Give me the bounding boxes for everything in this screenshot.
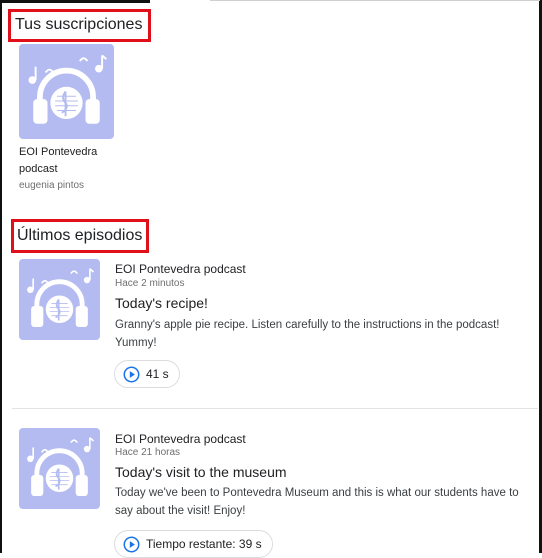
window-frame-left (0, 0, 2, 553)
headphones-music-note-icon (28, 54, 108, 124)
episode-play-label: 41 s (146, 367, 169, 381)
episode-play-label: Tiempo restante: 39 s (146, 537, 262, 551)
subscription-podcast-artwork[interactable] (19, 44, 114, 139)
episode-title[interactable]: Today's recipe! (115, 295, 208, 311)
episodes-heading-highlight (11, 219, 149, 253)
subscription-name-line2[interactable]: podcast (19, 161, 58, 178)
episode-description-line1: Granny's apple pie recipe. Listen carefu… (115, 319, 500, 331)
episode-show-name[interactable]: EOI Pontevedra podcast (115, 262, 246, 276)
episode-title[interactable]: Today's visit to the museum (115, 464, 287, 480)
play-circle-icon (123, 536, 140, 552)
episode-artwork[interactable] (19, 259, 100, 340)
top-border-strip (0, 0, 150, 3)
episode-artwork[interactable] (19, 428, 100, 509)
episode-description-line2: Yummy! (115, 337, 157, 349)
episode-show-name[interactable]: EOI Pontevedra podcast (115, 432, 246, 446)
subscriptions-heading-highlight (8, 9, 151, 42)
episode-time-ago: Hace 2 minutos (115, 278, 185, 289)
subscription-author: eugenia pintos (19, 180, 85, 191)
episode-description-line2: say about the visit! Enjoy! (115, 505, 246, 517)
episode-divider (12, 408, 538, 409)
subscription-name-line1[interactable]: EOI Pontevedra (19, 144, 97, 161)
episode-description-line1: Today we've been to Pontevedra Museum an… (115, 487, 519, 499)
episode-play-button[interactable]: Tiempo restante: 39 s (114, 530, 273, 558)
episode-time-ago: Hace 21 horas (115, 447, 181, 458)
play-circle-icon (123, 366, 140, 382)
episode-play-button[interactable]: 41 s (114, 360, 180, 388)
top-border-line (210, 0, 540, 1)
headphones-music-note-icon (27, 268, 95, 328)
headphones-music-note-icon (27, 437, 95, 497)
